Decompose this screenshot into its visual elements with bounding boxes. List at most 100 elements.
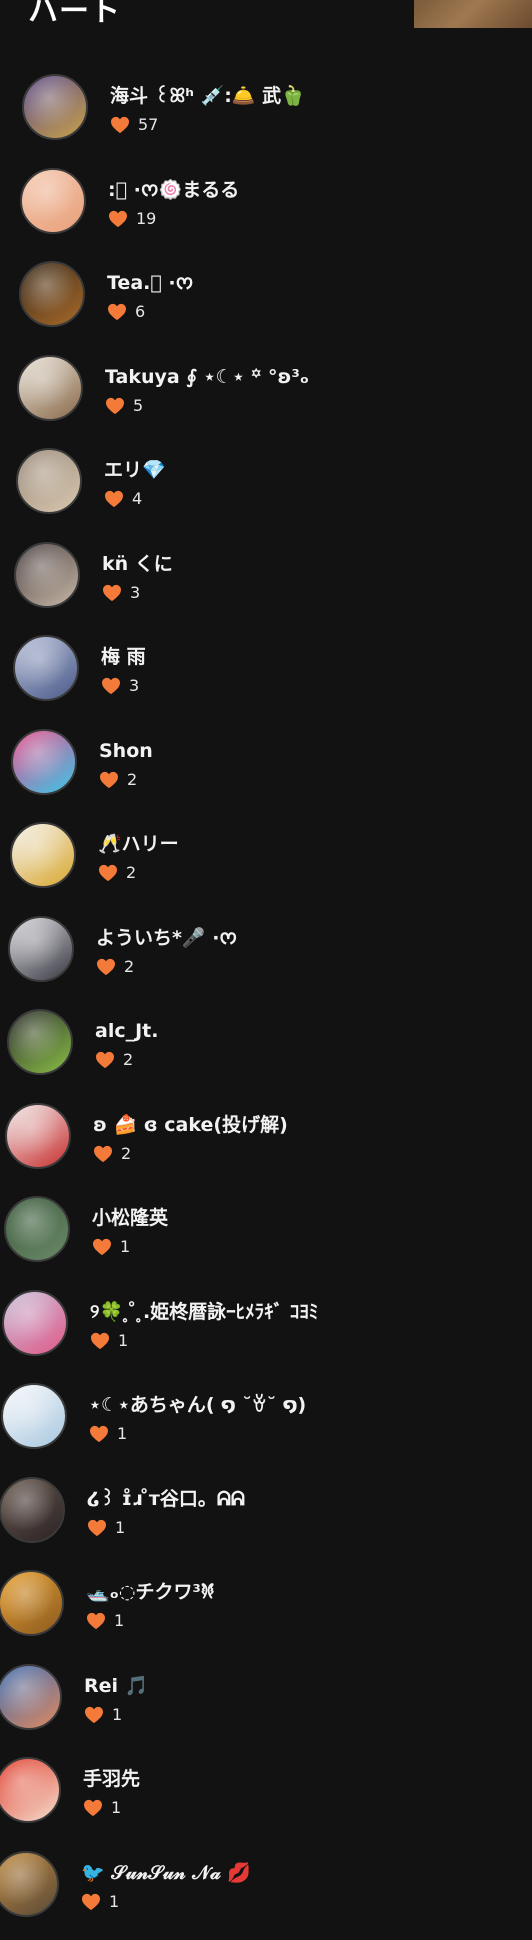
avatar[interactable]: [0, 1664, 62, 1730]
heart-count: 6: [107, 302, 145, 322]
avatar[interactable]: [4, 1196, 70, 1262]
heart-icon: [104, 490, 124, 508]
avatar[interactable]: [14, 542, 80, 608]
heart-icon: [92, 1238, 112, 1256]
heart-count: 1: [86, 1611, 124, 1631]
list-item[interactable]: 手羽先1: [0, 1753, 532, 1847]
avatar[interactable]: [5, 1103, 71, 1169]
username[interactable]: エリ💎: [104, 458, 166, 482]
list-item[interactable]: ʚ 🍰 ɞ cake(投げ解) 2: [0, 1099, 532, 1193]
list-item[interactable]: ⋆☾⋆あちゃん( ໑ ˘ꈊ˘ ໑)1: [0, 1379, 532, 1473]
avatar[interactable]: [0, 1851, 59, 1917]
heart-icon: [101, 677, 121, 695]
list-item[interactable]: Takuya ∮ ⋆☾⋆ ꙳ °ʚ³ₒ5: [0, 351, 532, 445]
username[interactable]: ໒꒱ ɪ̊ɹ ̊ᴛ谷口。ᕱᕱ: [87, 1487, 245, 1511]
list-item[interactable]: 梅 雨 3: [0, 631, 532, 725]
username[interactable]: alc_Jt.: [95, 1019, 158, 1043]
username[interactable]: よういち*🎤 ·ᰔ: [96, 926, 237, 950]
heart-icon: [84, 1706, 104, 1724]
username[interactable]: 手羽先: [83, 1767, 140, 1791]
heart-icon: [87, 1519, 107, 1537]
heart-icon: [95, 1051, 115, 1069]
heart-icon: [86, 1612, 106, 1630]
list-item[interactable]: 🛥️ₒ◌チクワ𐦍³ 1: [0, 1566, 532, 1660]
heart-count-value: 1: [118, 1331, 128, 1351]
avatar[interactable]: [16, 448, 82, 514]
avatar[interactable]: [0, 1570, 64, 1636]
list-item[interactable]: :⃝ ·ᰔ🍥まるる 19: [0, 164, 532, 258]
post-thumbnail[interactable]: [414, 0, 532, 28]
username[interactable]: :⃝ ·ᰔ🍥まるる: [108, 178, 239, 202]
heart-count-value: 3: [129, 676, 139, 696]
avatar[interactable]: [10, 822, 76, 888]
list-item[interactable]: Tea.⃝ ·ᰔ 6: [0, 257, 532, 351]
heart-count-value: 1: [114, 1611, 124, 1631]
avatar[interactable]: [22, 74, 88, 140]
avatar[interactable]: [17, 355, 83, 421]
list-item[interactable]: ୨🍀 ̥ ̊ ̥.姫柊暦詠ｰﾋﾒﾗｷﾞ ｺﾖﾐ 1: [0, 1286, 532, 1380]
username[interactable]: ୨🍀 ̥ ̊ ̥.姫柊暦詠ｰﾋﾒﾗｷﾞ ｺﾖﾐ: [90, 1300, 318, 1324]
heart-count-value: 2: [127, 770, 137, 790]
list-item[interactable]: 🐦 𝒮𝓊𝓃𝒮𝓊𝓃 𝒩𝒶 💋 1: [0, 1847, 532, 1940]
heart-count: 2: [93, 1144, 131, 1164]
list-item[interactable]: よういち*🎤 ·ᰔ2: [0, 912, 532, 1006]
heart-count-value: 4: [132, 489, 142, 509]
username[interactable]: Shon: [99, 739, 153, 763]
heart-count-value: 1: [109, 1892, 119, 1912]
heart-count-value: 19: [136, 209, 156, 229]
username[interactable]: 🐦 𝒮𝓊𝓃𝒮𝓊𝓃 𝒩𝒶 💋: [81, 1861, 251, 1885]
heart-count: 4: [104, 489, 142, 509]
username[interactable]: ⋆☾⋆あちゃん( ໑ ˘ꈊ˘ ໑): [89, 1393, 306, 1417]
avatar[interactable]: [19, 261, 85, 327]
avatar[interactable]: [7, 1009, 73, 1075]
heart-icon: [96, 958, 116, 976]
username[interactable]: 梅 雨: [101, 645, 146, 669]
list-item[interactable]: 小松隆英 1: [0, 1192, 532, 1286]
heart-count: 2: [99, 770, 137, 790]
avatar[interactable]: [20, 168, 86, 234]
avatar[interactable]: [0, 1757, 61, 1823]
username[interactable]: 小松隆英: [92, 1206, 168, 1230]
heart-icon: [93, 1145, 113, 1163]
username[interactable]: Takuya ∮ ⋆☾⋆ ꙳ °ʚ³ₒ: [105, 365, 309, 389]
username[interactable]: 🥂ハリー: [98, 832, 179, 856]
username[interactable]: kn̈ くに: [102, 552, 173, 576]
heart-count-value: 2: [121, 1144, 131, 1164]
avatar[interactable]: [8, 916, 74, 982]
list-item[interactable]: 海斗 ꒰ꕤʰ 💉:🛎️ 武🫑 57: [0, 70, 532, 164]
heart-count-value: 3: [130, 583, 140, 603]
avatar[interactable]: [13, 635, 79, 701]
avatar[interactable]: [2, 1290, 68, 1356]
username[interactable]: ʚ 🍰 ɞ cake(投げ解): [93, 1113, 288, 1137]
list-item[interactable]: kn̈ くに 3: [0, 538, 532, 632]
list-item[interactable]: ໒꒱ ɪ̊ɹ ̊ᴛ谷口。ᕱᕱ1: [0, 1473, 532, 1567]
heart-icon: [105, 397, 125, 415]
heart-icon: [89, 1425, 109, 1443]
heart-count: 3: [102, 583, 140, 603]
heart-count: 2: [95, 1050, 133, 1070]
heart-icon: [108, 210, 128, 228]
username[interactable]: Rei 🎵: [84, 1674, 148, 1698]
heart-count: 2: [98, 863, 136, 883]
heart-count-value: 6: [135, 302, 145, 322]
list-item[interactable]: Shon 2: [0, 725, 532, 819]
username[interactable]: 🛥️ₒ◌チクワ𐦍³: [86, 1580, 214, 1604]
heart-count-value: 2: [123, 1050, 133, 1070]
username[interactable]: Tea.⃝ ·ᰔ: [107, 271, 193, 295]
avatar[interactable]: [0, 1477, 65, 1543]
heart-count-value: 1: [120, 1237, 130, 1257]
username[interactable]: 海斗 ꒰ꕤʰ 💉:🛎️ 武🫑: [110, 84, 305, 108]
heart-icon: [102, 584, 122, 602]
avatar[interactable]: [11, 729, 77, 795]
list-item[interactable]: Rei 🎵 1: [0, 1660, 532, 1754]
heart-count-value: 57: [138, 115, 158, 135]
list-item[interactable]: 🥂ハリー 2: [0, 818, 532, 912]
heart-icon: [81, 1893, 101, 1911]
heart-count: 1: [81, 1892, 119, 1912]
heart-icon: [98, 864, 118, 882]
heart-count: 57: [110, 115, 158, 135]
list-item[interactable]: alc_Jt. 2: [0, 1005, 532, 1099]
list-item[interactable]: エリ💎 4: [0, 444, 532, 538]
avatar[interactable]: [1, 1383, 67, 1449]
heart-count: 1: [84, 1705, 122, 1725]
